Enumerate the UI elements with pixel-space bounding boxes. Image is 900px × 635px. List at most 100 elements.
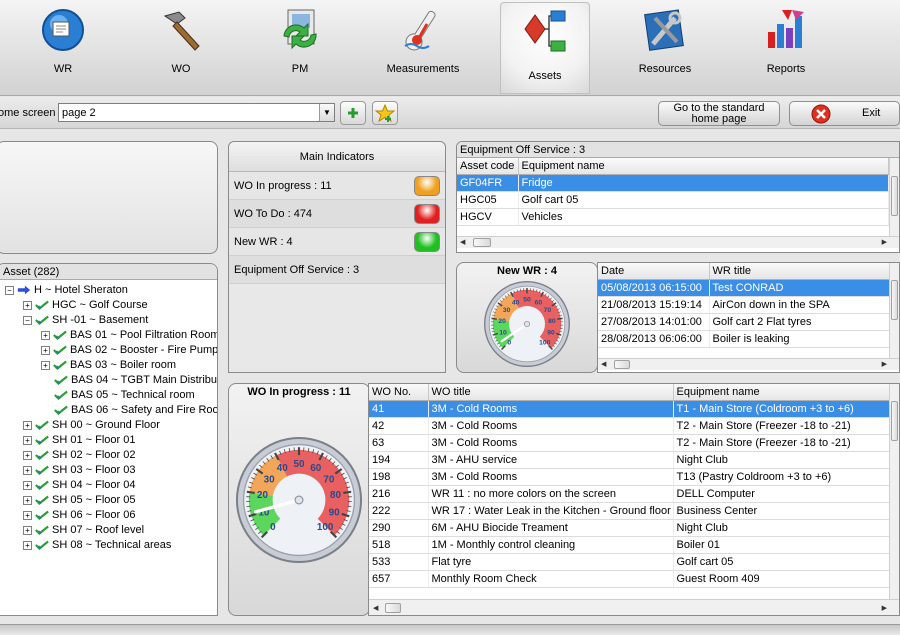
column-header[interactable]: Date bbox=[598, 263, 710, 280]
scroll-thumb[interactable] bbox=[891, 176, 898, 216]
wo-row[interactable]: 42 3M - Cold Rooms T2 - Main Store (Freeze… bbox=[369, 417, 890, 435]
collapse-icon[interactable]: − bbox=[5, 285, 14, 295]
expand-icon[interactable]: + bbox=[23, 510, 32, 520]
expand-icon[interactable]: + bbox=[23, 300, 32, 310]
column-header[interactable]: Equipment name bbox=[518, 158, 889, 175]
tree-node[interactable]: BAS 04 ~ TGBT Main Distributio bbox=[41, 373, 217, 388]
column-header[interactable]: WO title bbox=[428, 384, 674, 401]
expand-icon[interactable]: + bbox=[41, 360, 50, 370]
scroll-right-icon[interactable]: ▶ bbox=[882, 604, 887, 612]
wo-row[interactable]: 194 3M - AHU service Night Club bbox=[369, 451, 890, 469]
tree-node[interactable]: + BAS 03 ~ Boiler room bbox=[41, 358, 176, 373]
wo-row[interactable]: 533 Flat tyre Golf cart 05 bbox=[369, 553, 890, 571]
wr-row[interactable]: 28/08/2013 06:06:00 Boiler is leaking bbox=[598, 330, 890, 348]
column-header[interactable]: Equipment name bbox=[673, 384, 890, 401]
toolbar-assets[interactable]: Assets bbox=[500, 2, 590, 94]
tree-node[interactable]: + SH 01 ~ Floor 01 bbox=[23, 433, 135, 448]
goto-standard-home-button[interactable]: Go to the standard home page bbox=[658, 101, 780, 126]
toolbar-pm[interactable]: PM bbox=[255, 6, 345, 90]
gauge-tick-label: 40 bbox=[277, 463, 289, 474]
equipment-row[interactable]: GF04FR Fridge bbox=[457, 174, 889, 192]
expand-icon[interactable]: + bbox=[23, 465, 32, 475]
tree-node[interactable]: + SH 04 ~ Floor 04 bbox=[23, 478, 135, 493]
column-header[interactable]: WR title bbox=[709, 263, 890, 280]
wr-row[interactable]: 21/08/2013 15:19:14 AirCon down in the SP… bbox=[598, 296, 890, 314]
equipment-row[interactable]: HGC05 Golf cart 05 bbox=[457, 191, 889, 209]
indicator-row[interactable]: New WR : 4 bbox=[229, 228, 445, 256]
expand-icon[interactable]: + bbox=[23, 420, 32, 430]
tree-node[interactable]: + HGC ~ Golf Course bbox=[23, 298, 148, 313]
wo-row[interactable]: 41 3M - Cold Rooms T1 - Main Store (Coldro… bbox=[369, 400, 890, 418]
wo-row[interactable]: 198 3M - Cold Rooms T13 (Pastry Coldroom +… bbox=[369, 468, 890, 486]
wo-vscroll[interactable] bbox=[889, 384, 899, 599]
column-header[interactable]: WO No. bbox=[369, 384, 429, 401]
wo-row[interactable]: 518 1M - Monthly control cleaning Boiler 0… bbox=[369, 536, 890, 554]
add-page-button[interactable] bbox=[340, 101, 366, 125]
favorite-button[interactable] bbox=[372, 101, 398, 125]
tree-node[interactable]: BAS 06 ~ Safety and Fire Room bbox=[41, 403, 217, 418]
tree-node[interactable]: + SH 05 ~ Floor 05 bbox=[23, 493, 135, 508]
indicator-row[interactable]: WO In progress : 11 bbox=[229, 172, 445, 200]
tree-node[interactable]: + BAS 01 ~ Pool Filtration Room bbox=[41, 328, 217, 343]
tree-node[interactable]: BAS 05 ~ Technical room bbox=[41, 388, 195, 403]
column-header[interactable]: Asset code bbox=[457, 158, 519, 175]
scroll-left-icon[interactable]: ◀ bbox=[460, 238, 465, 246]
tree-node[interactable]: + SH 02 ~ Floor 02 bbox=[23, 448, 135, 463]
wo-row[interactable]: 216 WR 11 : no more colors on the screen D… bbox=[369, 485, 890, 503]
equipment-vscroll[interactable] bbox=[889, 158, 899, 236]
tree-node[interactable]: + SH 08 ~ Technical areas bbox=[23, 538, 171, 553]
tree-node[interactable]: + BAS 02 ~ Booster - Fire Pump Ro bbox=[41, 343, 217, 358]
expand-icon[interactable]: + bbox=[23, 540, 32, 550]
expand-icon[interactable]: + bbox=[23, 495, 32, 505]
wo-hscroll[interactable]: ◀ ▶ bbox=[369, 599, 899, 615]
table-cell: Golf cart 05 bbox=[518, 191, 889, 209]
toolbar-wr[interactable]: WR bbox=[18, 6, 108, 90]
scroll-right-icon[interactable]: ▶ bbox=[882, 360, 887, 368]
gauge-tick-label: 10 bbox=[499, 329, 507, 336]
scroll-thumb[interactable] bbox=[891, 280, 898, 320]
expand-icon[interactable]: + bbox=[23, 450, 32, 460]
wr-row[interactable]: 05/08/2013 06:15:00 Test CONRAD bbox=[598, 279, 890, 297]
collapse-icon[interactable]: − bbox=[23, 315, 32, 325]
expand-icon[interactable]: + bbox=[23, 525, 32, 535]
new-wr-hscroll[interactable]: ◀ ▶ bbox=[598, 358, 899, 370]
asset-tree-panel: Asset (282) − H ~ Hotel Sheraton + HGC ~ Go… bbox=[0, 263, 218, 616]
equipment-hscroll[interactable]: ◀ ▶ bbox=[457, 236, 899, 248]
exit-button[interactable]: Exit bbox=[789, 101, 900, 126]
tree-node[interactable]: + SH 00 ~ Ground Floor bbox=[23, 418, 160, 433]
expand-icon[interactable]: + bbox=[41, 330, 50, 340]
tree-node[interactable]: + SH 03 ~ Floor 03 bbox=[23, 463, 135, 478]
wo-row[interactable]: 290 6M - AHU Biocide Treament Night Club bbox=[369, 519, 890, 537]
tree-node[interactable]: − H ~ Hotel Sheraton bbox=[5, 283, 128, 298]
expand-icon[interactable]: + bbox=[23, 435, 32, 445]
chevron-down-icon[interactable]: ▼ bbox=[319, 104, 334, 121]
indicator-row[interactable]: Equipment Off Service : 3 bbox=[229, 256, 445, 284]
equipment-row[interactable]: HGCV Vehicles bbox=[457, 208, 889, 226]
expand-icon[interactable]: + bbox=[23, 480, 32, 490]
tree-node[interactable]: + SH 07 ~ Roof level bbox=[23, 523, 144, 538]
expand-icon[interactable]: + bbox=[41, 345, 50, 355]
tree-node-label: SH 05 ~ Floor 05 bbox=[52, 494, 136, 506]
toolbar-reports[interactable]: Reports bbox=[741, 6, 831, 90]
scroll-left-icon[interactable]: ◀ bbox=[601, 360, 606, 368]
tree-node[interactable]: − SH -01 ~ Basement bbox=[23, 313, 148, 328]
toolbar-wo[interactable]: WO bbox=[136, 6, 226, 90]
indicator-row[interactable]: WO To Do : 474 bbox=[229, 200, 445, 228]
scroll-thumb[interactable] bbox=[614, 360, 630, 369]
wo-row[interactable]: 657 Monthly Room Check Guest Room 409 bbox=[369, 570, 890, 588]
home-screen-select[interactable]: page 2 ▼ bbox=[58, 103, 335, 122]
wr-row[interactable]: 27/08/2013 14:01:00 Golf cart 2 Flat tyre… bbox=[598, 313, 890, 331]
gauge-tick bbox=[557, 317, 563, 320]
scroll-thumb[interactable] bbox=[473, 238, 491, 247]
scroll-left-icon[interactable]: ◀ bbox=[373, 604, 378, 612]
toolbar-resources[interactable]: Resources bbox=[620, 6, 710, 90]
wo-row[interactable]: 222 WR 17 : Water Leak in the Kitchen - G… bbox=[369, 502, 890, 520]
new-wr-vscroll[interactable] bbox=[889, 263, 899, 358]
asset-tree-header: Asset (282) bbox=[0, 264, 217, 280]
tree-node[interactable]: + SH 06 ~ Floor 06 bbox=[23, 508, 135, 523]
toolbar-measurements[interactable]: Measurements bbox=[378, 6, 468, 90]
scroll-thumb[interactable] bbox=[891, 401, 898, 441]
scroll-right-icon[interactable]: ▶ bbox=[882, 238, 887, 246]
scroll-thumb[interactable] bbox=[385, 603, 401, 613]
wo-row[interactable]: 63 3M - Cold Rooms T2 - Main Store (Freeze… bbox=[369, 434, 890, 452]
